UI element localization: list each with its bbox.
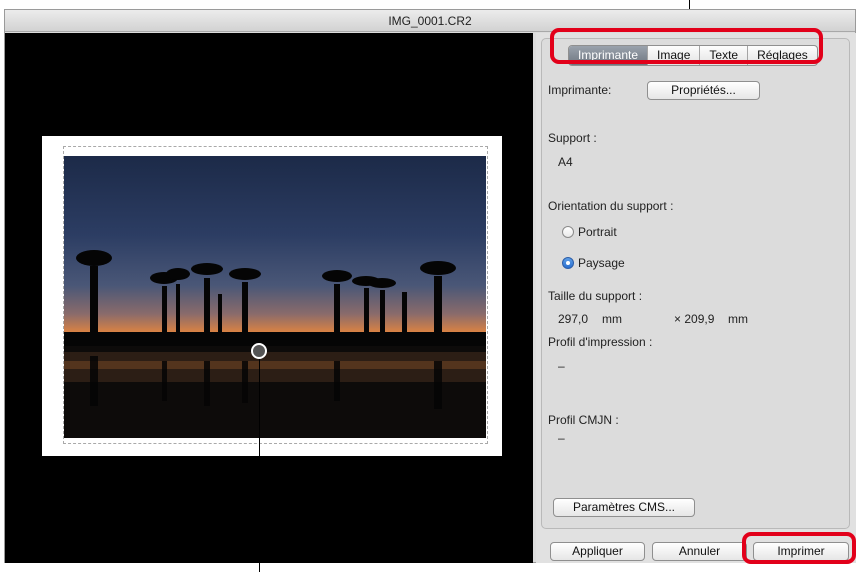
preview-callout-line (259, 359, 260, 572)
radio-portrait-icon[interactable] (562, 226, 574, 238)
size-height-unit: mm (728, 312, 748, 326)
apply-button[interactable]: Appliquer (550, 542, 645, 561)
preview-callout-dot (251, 343, 267, 359)
size-label: Taille du support : (548, 289, 643, 303)
cmyk-profile-value: – (558, 431, 565, 445)
print-button-highlight (742, 532, 856, 564)
properties-button[interactable]: Propriétés... (647, 81, 760, 100)
baobab-silhouettes (64, 250, 486, 438)
printer-label: Imprimante: (548, 83, 612, 97)
landscape-label: Paysage (578, 256, 625, 270)
photo-preview[interactable] (64, 156, 486, 438)
print-window: IMG_0001.CR2 Imprimante Image Texte Régl… (4, 9, 856, 563)
size-width-unit: mm (602, 312, 622, 326)
size-width: 297,0 (558, 312, 589, 326)
radio-landscape-icon[interactable] (562, 257, 574, 269)
support-label: Support : (548, 131, 597, 145)
paper-sheet (42, 136, 502, 456)
cmyk-profile-label: Profil CMJN : (548, 413, 619, 427)
cancel-button[interactable]: Annuler (652, 542, 747, 561)
orientation-label: Orientation du support : (548, 199, 674, 213)
orientation-portrait[interactable]: Portrait (562, 225, 617, 239)
tabs-highlight (550, 28, 823, 64)
print-profile-value: – (558, 359, 565, 373)
settings-sidebar: Imprimante Image Texte Réglages Impriman… (536, 33, 856, 563)
printer-settings-panel: Imprimante Image Texte Réglages Impriman… (541, 38, 850, 529)
cms-settings-button[interactable]: Paramètres CMS... (553, 498, 695, 517)
print-profile-label: Profil d'impression : (548, 335, 653, 349)
size-height: × 209,9 (674, 312, 715, 326)
print-preview (5, 33, 533, 563)
portrait-label: Portrait (578, 225, 617, 239)
orientation-landscape[interactable]: Paysage (562, 256, 625, 270)
support-value: A4 (558, 155, 573, 169)
